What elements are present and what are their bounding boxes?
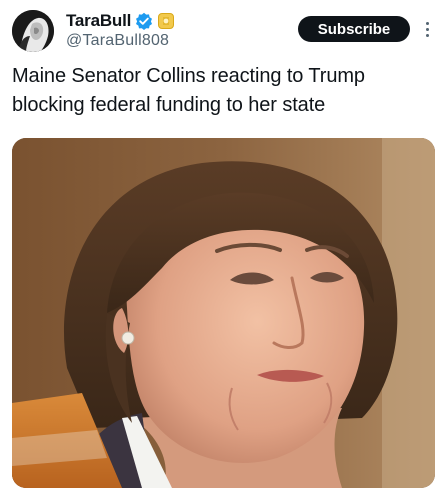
tweet-photo[interactable] — [12, 138, 435, 488]
more-vertical-icon[interactable] — [421, 17, 433, 41]
author-handle[interactable]: @TaraBull808 — [66, 32, 169, 50]
dot — [425, 27, 429, 31]
author-avatar[interactable] — [12, 10, 54, 52]
tweet-card: TaraBull @TaraBull808 Subscribe Maine Se… — [0, 0, 447, 500]
tweet-text: Maine Senator Collins reacting to Trump … — [12, 65, 365, 116]
affiliate-badge-icon[interactable] — [157, 12, 175, 30]
dot — [425, 21, 429, 25]
author-name-row: TaraBull — [66, 10, 175, 32]
author-display-name[interactable]: TaraBull — [66, 11, 131, 31]
dot — [425, 33, 429, 37]
verified-badge-icon — [135, 12, 153, 30]
subscribe-button[interactable]: Subscribe — [298, 16, 410, 42]
